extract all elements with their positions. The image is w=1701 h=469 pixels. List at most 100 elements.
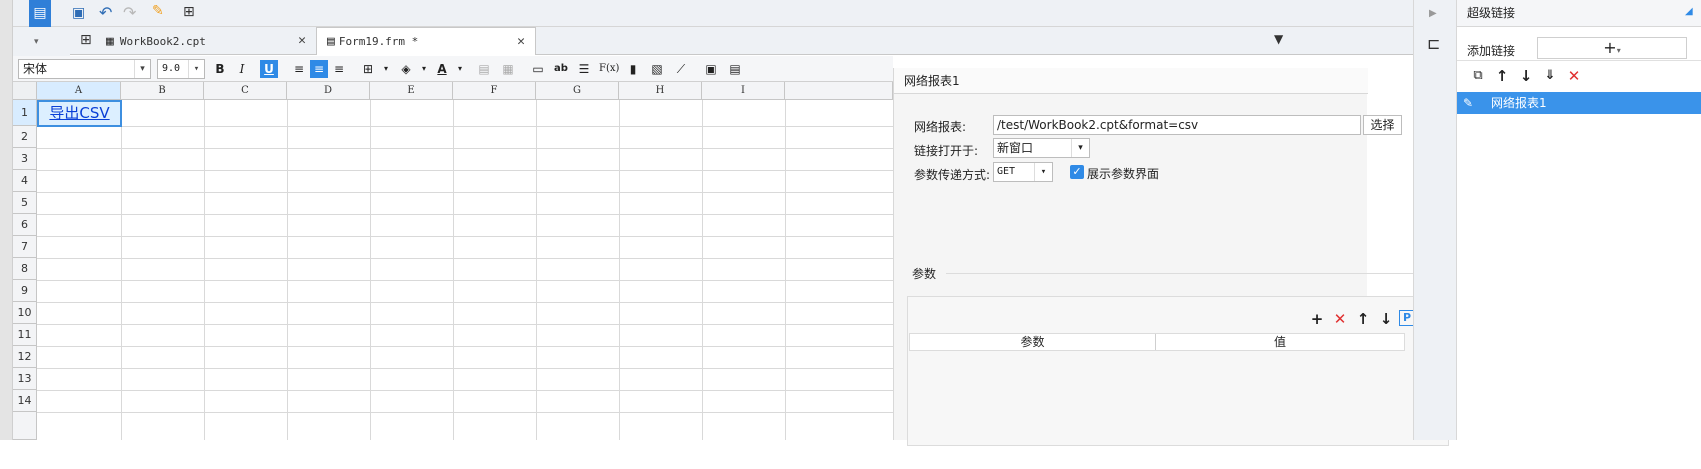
copy-icon[interactable]: ⧉ xyxy=(1469,67,1487,85)
row-header[interactable]: 11 xyxy=(13,324,37,346)
row-header[interactable]: 5 xyxy=(13,192,37,214)
align-center-icon[interactable]: ≡ xyxy=(310,60,328,78)
section-divider xyxy=(946,273,1446,274)
report-path-input[interactable]: /test/WorkBook2.cpt&format=csv xyxy=(993,115,1361,135)
grid-line xyxy=(121,100,122,440)
grid-line xyxy=(536,100,537,440)
add-link-button[interactable]: +▾ xyxy=(1537,37,1687,59)
delete-icon[interactable]: ✕ xyxy=(1565,67,1583,85)
bold-button[interactable]: B xyxy=(211,60,229,78)
pin-icon[interactable]: ◢ xyxy=(1685,6,1693,17)
row-header[interactable]: 3 xyxy=(13,148,37,170)
row-header[interactable]: 1 xyxy=(13,100,37,126)
arrow-up-icon[interactable]: ↑ xyxy=(1354,310,1372,328)
add-icon[interactable]: + xyxy=(1308,310,1326,328)
param-column-header[interactable]: 参数 xyxy=(910,334,1156,350)
arrow-up-icon[interactable]: ↑ xyxy=(1493,67,1511,85)
row-header[interactable]: 2 xyxy=(13,126,37,148)
row-header[interactable]: 4 xyxy=(13,170,37,192)
redo-icon[interactable]: ↷ xyxy=(123,3,136,22)
param-method-select[interactable]: GET ▾ xyxy=(993,162,1053,182)
undo-icon[interactable]: ↶ xyxy=(99,3,112,22)
split-cells-icon[interactable]: ▦ xyxy=(499,60,517,78)
sort-icon[interactable]: ⇓ xyxy=(1541,67,1559,85)
save-icon[interactable]: ▣ xyxy=(72,5,85,21)
formula-icon[interactable]: F(x) xyxy=(599,60,619,78)
chart-icon[interactable]: ▮ xyxy=(624,60,642,78)
hyperlink-list-panel: 超级链接 ◢ 添加链接 +▾ ⧉ ↑ ↓ ⇓ ✕ ✎ 网络报表1 xyxy=(1457,0,1701,440)
select-button[interactable]: 选择 xyxy=(1363,115,1402,135)
underline-button[interactable]: U xyxy=(260,60,278,78)
open-in-select[interactable]: 新窗口 ▾ xyxy=(993,138,1090,158)
row-header[interactable]: 7 xyxy=(13,236,37,258)
insert-text-icon[interactable]: ▭ xyxy=(529,60,547,78)
chevron-down-icon[interactable]: ▾ xyxy=(451,60,469,78)
column-header[interactable]: H xyxy=(619,82,702,100)
column-header[interactable]: A xyxy=(37,82,121,100)
format-brush-icon[interactable]: ✎ xyxy=(152,3,164,19)
grid-line xyxy=(37,170,893,171)
row-header[interactable]: 8 xyxy=(13,258,37,280)
report-label: 网络报表: xyxy=(914,120,967,134)
chevron-down-icon[interactable]: ▾ xyxy=(377,60,395,78)
row-header[interactable]: 6 xyxy=(13,214,37,236)
tab-form19[interactable]: ▤ Form19.frm * ✕ xyxy=(316,27,536,55)
insert-richtext-icon[interactable]: ☰ xyxy=(575,60,593,78)
column-header[interactable] xyxy=(785,82,893,100)
tab-menu-icon[interactable]: ▼ xyxy=(1274,32,1283,46)
column-header[interactable]: E xyxy=(370,82,453,100)
grid-line xyxy=(785,100,786,440)
new-report-icon[interactable]: ⊞ xyxy=(80,32,92,48)
arrow-down-icon[interactable]: ↓ xyxy=(1377,310,1395,328)
font-size-value: 9.0 xyxy=(162,63,181,74)
border-icon[interactable]: ⊞ xyxy=(359,60,377,78)
insert-ab-icon[interactable]: ab xyxy=(552,60,570,78)
tab-workbook2[interactable]: ▦ WorkBook2.cpt ✕ xyxy=(96,27,316,55)
image-icon[interactable]: ▧ xyxy=(648,60,666,78)
delete-icon[interactable]: ✕ xyxy=(1331,310,1349,328)
show-params-checkbox[interactable]: ✓ xyxy=(1070,165,1084,179)
close-icon[interactable]: ✕ xyxy=(517,34,525,49)
row-header[interactable]: 14 xyxy=(13,390,37,412)
font-color-icon[interactable]: A xyxy=(433,60,451,78)
form-app-icon[interactable]: ▤ xyxy=(29,0,51,27)
grid-line xyxy=(37,368,893,369)
value-column-header[interactable]: 值 xyxy=(1156,334,1404,350)
sub-report-icon[interactable]: ▤ xyxy=(726,60,744,78)
font-size-select[interactable]: 9.0 ▾ xyxy=(157,59,205,79)
column-header[interactable]: G xyxy=(536,82,619,100)
row-header[interactable]: 9 xyxy=(13,280,37,302)
app-menu-chevron-icon[interactable]: ▾ xyxy=(34,37,39,47)
params-table-box: + ✕ ↑ ↓ P 参数 值 xyxy=(907,296,1449,446)
row-header[interactable] xyxy=(13,412,37,440)
grid-line xyxy=(37,126,893,127)
column-header[interactable]: B xyxy=(121,82,204,100)
row-header[interactable]: 12 xyxy=(13,346,37,368)
row-header[interactable]: 10 xyxy=(13,302,37,324)
column-header[interactable]: D xyxy=(287,82,370,100)
column-header[interactable]: F xyxy=(453,82,536,100)
close-icon[interactable]: ✕ xyxy=(298,33,306,48)
chevron-down-icon[interactable]: ▾ xyxy=(415,60,433,78)
merge-cells-icon[interactable]: ▤ xyxy=(475,60,493,78)
select-all-corner[interactable] xyxy=(13,82,37,100)
fill-color-icon[interactable]: ◈ xyxy=(397,60,415,78)
slash-icon[interactable]: ⟋ xyxy=(672,60,690,78)
align-right-icon[interactable]: ≡ xyxy=(330,60,348,78)
form-icon: ▤ xyxy=(327,34,335,49)
arrow-down-icon[interactable]: ↓ xyxy=(1517,67,1535,85)
cell-element-icon[interactable]: ▣ xyxy=(702,60,720,78)
italic-button[interactable]: I xyxy=(233,60,251,78)
row-header[interactable]: 13 xyxy=(13,368,37,390)
hyperlink-panel-icon[interactable]: ⊏ xyxy=(1427,34,1440,53)
expand-arrow-icon[interactable]: ▶ xyxy=(1429,8,1437,19)
top-toolbar: ▤ ▣ ↶ ↷ ✎ ⊞ xyxy=(13,0,1413,27)
align-left-icon[interactable]: ≡ xyxy=(290,60,308,78)
column-header[interactable]: I xyxy=(702,82,785,100)
right-side-strip: ▶ ⊏ xyxy=(1413,0,1457,440)
preview-icon[interactable]: ⊞ xyxy=(183,4,195,20)
hyperlink-item[interactable]: ✎ 网络报表1 xyxy=(1457,92,1701,114)
font-family-select[interactable]: 宋体 ▾ xyxy=(18,59,151,79)
selected-cell-a1[interactable]: 导出CSV xyxy=(37,100,122,127)
column-header[interactable]: C xyxy=(204,82,287,100)
